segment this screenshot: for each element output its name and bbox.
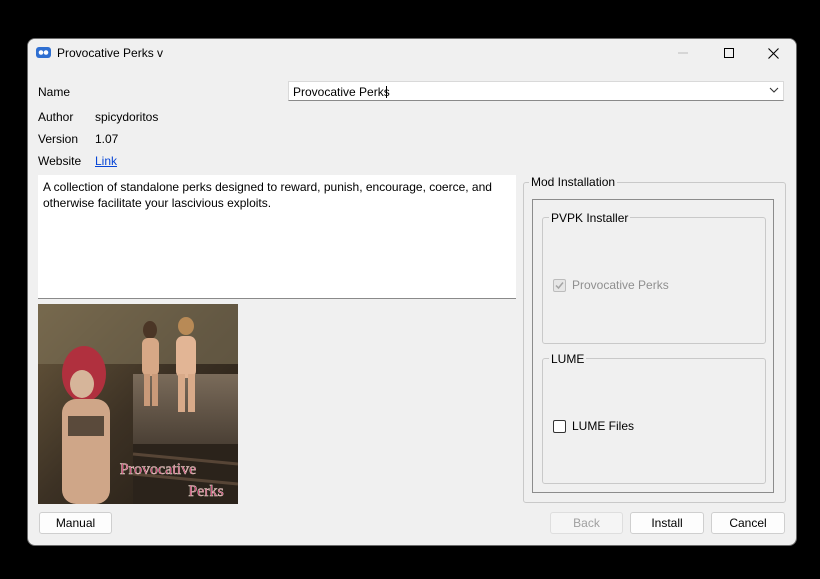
close-button[interactable] [750,39,796,67]
mod-preview-image: Provocative Perks [38,304,238,504]
overlay-line1: Provocative [120,461,196,478]
author-label: Author [38,110,74,124]
manual-button[interactable]: Manual [39,512,112,534]
text-cursor [386,86,387,98]
minimize-button[interactable] [660,39,706,67]
name-combobox[interactable]: Provocative Perks [288,81,784,101]
pvpk-installer-title: PVPK Installer [549,211,631,225]
description-textbox[interactable]: A collection of standalone perks designe… [38,175,516,299]
installer-window: Provocative Perks v Name Provocative Per… [27,38,797,546]
lume-files-checkbox[interactable] [553,419,566,433]
lume-files-option[interactable]: LUME Files [553,419,634,433]
install-button[interactable]: Install [630,512,704,534]
website-label: Website [38,154,82,168]
chevron-down-icon[interactable] [769,85,779,95]
checkmark-icon [555,281,564,289]
provocative-perks-option[interactable]: Provocative Perks [553,278,669,292]
author-value: spicydoritos [95,110,159,124]
mod-installation-title: Mod Installation [529,175,618,189]
app-icon [36,47,51,58]
version-label: Version [38,132,79,146]
website-link[interactable]: Link [95,154,117,168]
provocative-perks-checkbox[interactable] [553,278,566,292]
name-label: Name [38,85,71,99]
title-bar[interactable]: Provocative Perks v [28,39,796,67]
cancel-button[interactable]: Cancel [711,512,785,534]
lume-title: LUME [549,352,587,366]
version-value: 1.07 [95,132,119,146]
minimize-icon [678,52,688,54]
back-button[interactable]: Back [550,512,623,534]
name-value[interactable]: Provocative Perks [293,85,390,99]
overlay-line2: Perks [188,483,224,500]
provocative-perks-label: Provocative Perks [572,278,669,292]
close-icon [767,47,779,59]
lume-files-label: LUME Files [572,419,635,433]
preview-artwork: Provocative Perks [38,304,238,504]
maximize-icon [724,48,734,58]
window-title: Provocative Perks v [57,46,164,60]
maximize-button[interactable] [706,39,752,67]
